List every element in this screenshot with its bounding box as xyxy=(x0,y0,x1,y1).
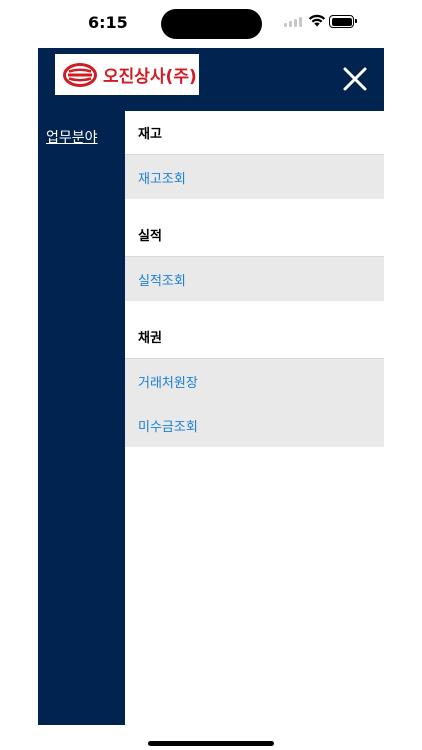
status-time: 6:15 xyxy=(88,13,128,32)
sidebar-link-business-area[interactable]: 업무분야 xyxy=(46,127,98,147)
section-items-performance: 실적조회 xyxy=(125,257,384,301)
drawer-header: 오진상사(주) xyxy=(38,48,384,111)
menu-item-receivables-lookup[interactable]: 미수금조회 xyxy=(125,403,384,447)
close-icon[interactable] xyxy=(341,65,369,93)
menu-item-performance-lookup[interactable]: 실적조회 xyxy=(125,257,384,301)
menu-item-client-ledger[interactable]: 거래처원장 xyxy=(125,359,384,403)
section-divider xyxy=(125,301,384,315)
menu-panel: 재고 재고조회 실적 실적조회 채권 거래처원장 미수금조회 xyxy=(125,111,384,725)
section-items-receivables: 거래처원장 미수금조회 xyxy=(125,359,384,447)
wifi-icon xyxy=(308,14,326,27)
logo-emblem-icon xyxy=(63,62,97,87)
cellular-signal-icon xyxy=(284,17,304,27)
logo-text: 오진상사(주) xyxy=(103,67,197,87)
sidebar: 업무분야 xyxy=(38,111,125,725)
status-bar: 6:15 xyxy=(0,0,422,48)
home-indicator[interactable] xyxy=(148,741,274,746)
company-logo: 오진상사(주) xyxy=(55,54,199,95)
section-header-performance: 실적 xyxy=(125,213,384,257)
section-divider xyxy=(125,199,384,213)
section-header-inventory: 재고 xyxy=(125,111,384,155)
section-header-receivables: 채권 xyxy=(125,315,384,359)
dynamic-island xyxy=(161,9,262,39)
battery-icon xyxy=(329,15,357,28)
home-indicator-bar xyxy=(0,725,422,750)
section-items-inventory: 재고조회 xyxy=(125,155,384,199)
menu-item-inventory-lookup[interactable]: 재고조회 xyxy=(125,155,384,199)
